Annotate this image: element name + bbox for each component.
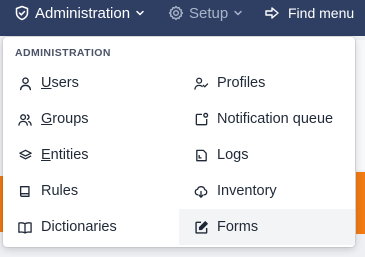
menu-item-groups[interactable]: Groups	[3, 101, 179, 137]
menu-item-dictionaries[interactable]: Dictionaries	[3, 209, 179, 245]
menu-item-label: Groups	[41, 111, 89, 127]
administration-label: Administration	[35, 4, 131, 22]
open-book-icon	[17, 219, 33, 235]
users-icon	[17, 111, 33, 127]
menu-item-label: Inventory	[217, 183, 277, 199]
gear-icon	[168, 5, 184, 21]
cloud-download-icon	[193, 183, 209, 199]
chevron-down-icon	[233, 8, 243, 18]
setup-menu-button[interactable]: Setup	[168, 0, 243, 26]
find-menu-label: Find menu	[288, 5, 355, 21]
menu-item-forms[interactable]: Forms	[179, 209, 355, 245]
user-icon	[17, 75, 33, 91]
top-navigation-bar: Administration Setup Find menu	[0, 0, 365, 36]
arrow-right-icon	[264, 5, 280, 21]
user-check-icon	[193, 75, 209, 91]
menu-item-notification-queue[interactable]: Notification queue	[179, 101, 355, 137]
menu-item-label: Profiles	[217, 75, 266, 91]
shield-check-icon	[14, 5, 30, 21]
layers-icon	[17, 147, 33, 163]
menu-item-label: Rules	[41, 183, 79, 199]
menu-item-label: Dictionaries	[41, 219, 117, 235]
menu-item-label: Users	[41, 75, 79, 91]
menu-item-inventory[interactable]: Inventory	[179, 173, 355, 209]
background-accent-strip	[356, 172, 365, 234]
notification-icon	[193, 111, 209, 127]
edit-icon	[193, 219, 209, 235]
menu-item-users[interactable]: Users	[3, 65, 179, 101]
setup-label: Setup	[189, 4, 229, 22]
menu-section-header: ADMINISTRATION	[15, 47, 111, 59]
menu-item-logs[interactable]: Logs	[179, 137, 355, 173]
menu-item-entities[interactable]: Entities	[3, 137, 179, 173]
background-panel	[356, 40, 365, 170]
menu-item-label: Entities	[41, 147, 89, 163]
menu-item-profiles[interactable]: Profiles	[179, 65, 355, 101]
administration-dropdown-menu: ADMINISTRATION Users Groups Entities Rul…	[3, 37, 355, 247]
menu-item-label: Forms	[217, 219, 259, 235]
log-icon	[193, 147, 209, 163]
find-menu-button[interactable]: Find menu	[264, 0, 354, 26]
menu-item-label: Logs	[217, 147, 249, 163]
administration-menu-button[interactable]: Administration	[14, 0, 145, 26]
menu-item-label: Notification queue	[217, 111, 334, 127]
chevron-down-icon	[135, 8, 145, 18]
menu-item-rules[interactable]: Rules	[3, 173, 179, 209]
book-icon	[17, 183, 33, 199]
